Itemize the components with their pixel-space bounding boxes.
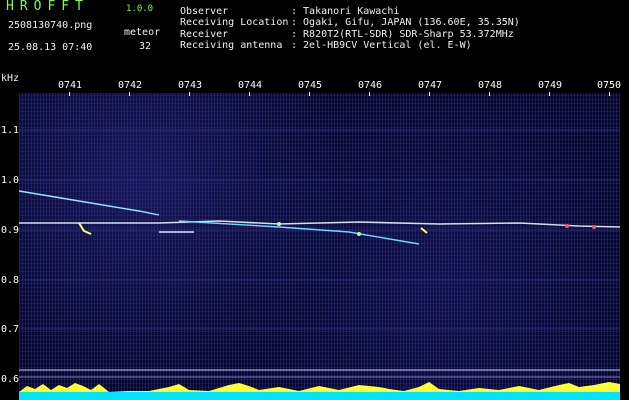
freq-tick-label: 1.0: [1, 175, 20, 186]
info-key-receiver: Receiver: [180, 29, 229, 40]
level-baseline: [19, 392, 620, 400]
time-tick-label: 0742: [118, 80, 143, 91]
meteor-echo: [78, 222, 92, 235]
time-tick-label: 0743: [178, 80, 203, 91]
time-tick-label: 0748: [478, 80, 503, 91]
info-key-observer: Observer: [180, 6, 229, 17]
meteor-label: meteor: [124, 27, 161, 38]
signal-traces: [19, 129, 620, 378]
info-key-antenna: Receiving antenna: [180, 40, 283, 51]
freq-tick-label: 0.8: [1, 275, 20, 286]
freq-tick-label: 1.1: [1, 125, 20, 136]
time-tick-label: 0750: [597, 80, 622, 91]
freq-tick-label: 0.6: [1, 374, 20, 385]
time-tick-label: 0749: [538, 80, 563, 91]
app-version: 1.0.0: [126, 4, 154, 14]
time-tick-label: 0746: [358, 80, 383, 91]
time-tick-label: 0741: [58, 80, 83, 91]
file-name: 2508130740.png: [8, 20, 93, 31]
signal-spot: [357, 232, 361, 236]
meteor-trail: [19, 190, 160, 216]
signal-level-bar: [19, 382, 620, 400]
time-tick-label: 0744: [238, 80, 263, 91]
time-tick-label: 0747: [418, 80, 443, 91]
signal-spot: [565, 224, 569, 228]
capture-datetime: 25.08.13 07:40: [8, 42, 93, 53]
info-value-antenna: : 2el-HB9CV Vertical (el. E-W): [291, 40, 472, 51]
signal-spot: [592, 225, 596, 229]
meteor-trail: [178, 220, 420, 245]
meteor-count: 32: [139, 41, 152, 52]
info-key-location: Receiving Location: [180, 17, 289, 28]
freq-tick-label: 0.9: [1, 225, 20, 236]
freq-tick-label: 0.7: [1, 324, 20, 335]
signal-spot: [277, 222, 281, 226]
spectrogram-window: HROFFT 1.0.0 2508130740.png 25.08.13 07:…: [0, 0, 629, 400]
level-fill: [19, 382, 620, 392]
carrier-trace: [19, 220, 620, 228]
app-title: HROFFT: [6, 0, 89, 14]
info-value-receiver: : R820T2(RTL-SDR) SDR-Sharp 53.372MHz: [291, 29, 514, 40]
info-value-observer: : Takanori Kawachi: [291, 6, 400, 17]
time-tick-label: 0745: [298, 80, 323, 91]
info-value-location: : Ogaki, Gifu, JAPAN (136.60E, 35.35N): [291, 17, 520, 28]
frequency-unit-label: kHz: [1, 73, 20, 84]
